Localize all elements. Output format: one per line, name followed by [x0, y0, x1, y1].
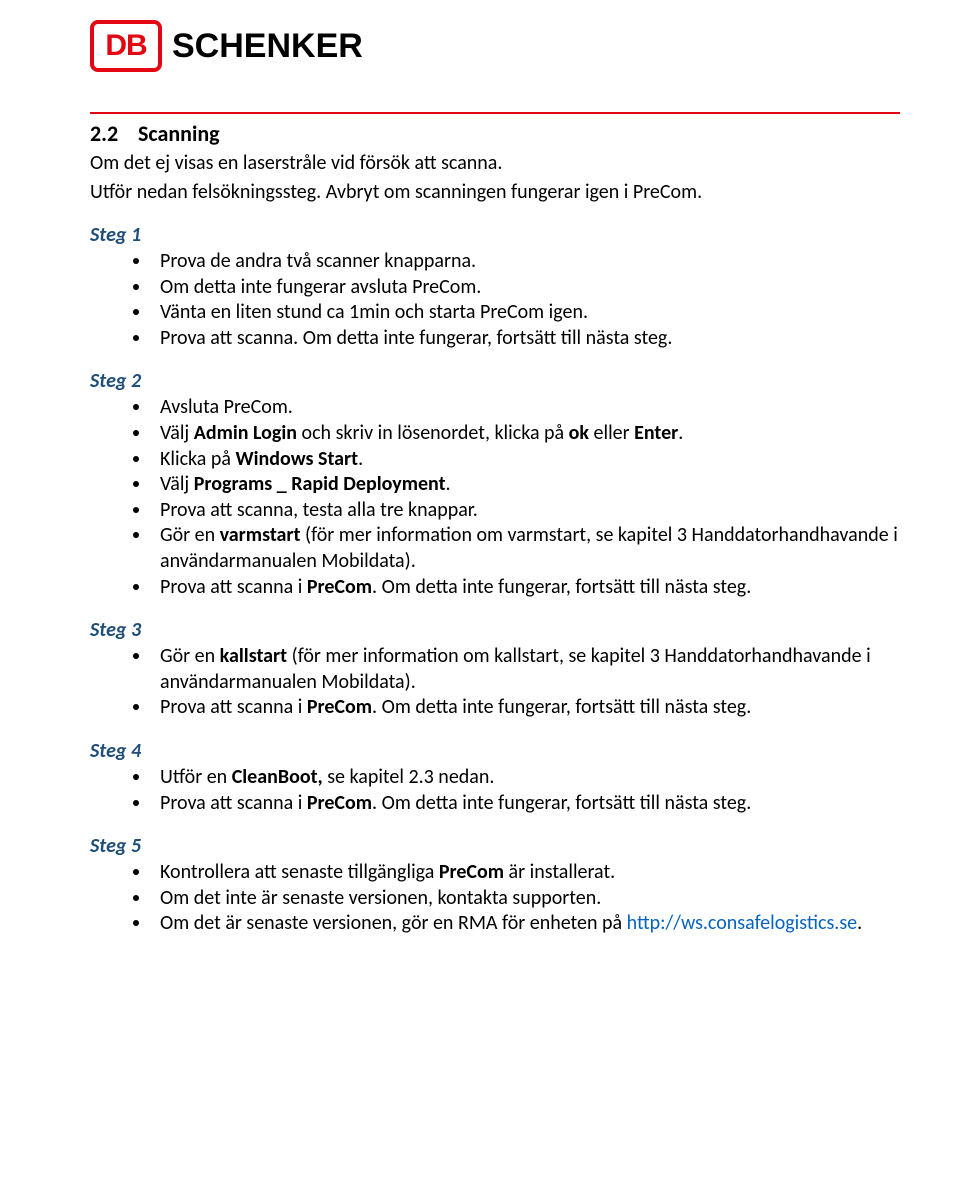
- step-2-label: Steg 2: [90, 369, 900, 393]
- list-item: Välj Admin Login och skriv in lösenordet…: [152, 421, 900, 447]
- list-item: Kontrollera att senaste tillgängliga Pre…: [152, 860, 900, 886]
- brand-header: DB SCHENKER: [90, 20, 900, 72]
- list-item: Vänta en liten stund ca 1min och starta …: [152, 300, 900, 326]
- schenker-wordmark: SCHENKER: [172, 27, 363, 66]
- list-item: Prova att scanna. Om detta inte fungerar…: [152, 326, 900, 352]
- list-item: Klicka på Windows Start.: [152, 447, 900, 473]
- step-5-list: Kontrollera att senaste tillgängliga Pre…: [90, 860, 900, 937]
- step-1-label: Steg 1: [90, 223, 900, 247]
- list-item: Prova att scanna, testa alla tre knappar…: [152, 498, 900, 524]
- intro-line-1: Om det ej visas en laserstråle vid försö…: [90, 151, 900, 176]
- db-logo-icon: DB: [90, 20, 162, 72]
- step-4-list: Utför en CleanBoot, se kapitel 2.3 nedan…: [90, 765, 900, 816]
- step-1-list: Prova de andra två scanner knapparna. Om…: [90, 249, 900, 351]
- list-item: Prova att scanna i PreCom. Om detta inte…: [152, 791, 900, 817]
- section-heading: 2.2Scanning: [90, 120, 900, 147]
- list-item: Prova att scanna i PreCom. Om detta inte…: [152, 575, 900, 601]
- intro-line-2: Utför nedan felsökningssteg. Avbryt om s…: [90, 180, 900, 205]
- list-item: Om det är senaste versionen, gör en RMA …: [152, 911, 900, 937]
- list-item: Utför en CleanBoot, se kapitel 2.3 nedan…: [152, 765, 900, 791]
- rma-link[interactable]: http://ws.consafelogistics.se: [627, 911, 857, 935]
- list-item: Prova att scanna i PreCom. Om detta inte…: [152, 695, 900, 721]
- section-title: Scanning: [138, 120, 220, 147]
- list-item: Gör en kallstart (för mer information om…: [152, 644, 900, 695]
- section-number: 2.2: [90, 120, 138, 147]
- list-item: Välj Programs _ Rapid Deployment.: [152, 472, 900, 498]
- step-2-list: Avsluta PreCom. Välj Admin Login och skr…: [90, 395, 900, 600]
- list-item: Avsluta PreCom.: [152, 395, 900, 421]
- list-item: Om det inte är senaste versionen, kontak…: [152, 886, 900, 912]
- step-3-list: Gör en kallstart (för mer information om…: [90, 644, 900, 721]
- divider: [90, 112, 900, 114]
- step-5-label: Steg 5: [90, 834, 900, 858]
- step-4-label: Steg 4: [90, 739, 900, 763]
- list-item: Om detta inte fungerar avsluta PreCom.: [152, 275, 900, 301]
- list-item: Prova de andra två scanner knapparna.: [152, 249, 900, 275]
- step-3-label: Steg 3: [90, 618, 900, 642]
- list-item: Gör en varmstart (för mer information om…: [152, 523, 900, 574]
